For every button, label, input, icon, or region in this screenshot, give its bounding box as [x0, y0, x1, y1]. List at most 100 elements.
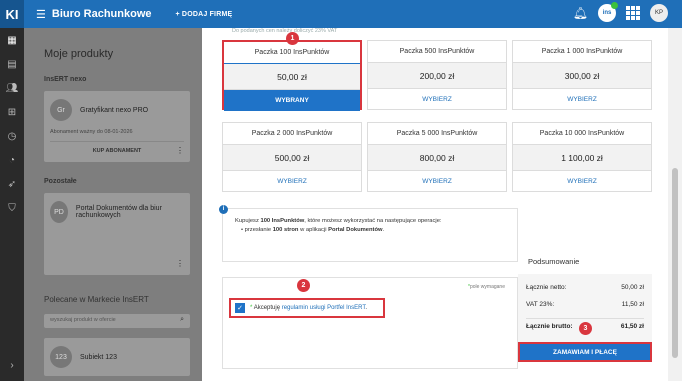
info-bold: Portal Dokumentów	[328, 227, 383, 233]
package-price: 300,00 zł	[513, 63, 651, 89]
callout-badge-3: 3	[579, 322, 592, 335]
callout-badge-2: 2	[297, 279, 310, 292]
package-card-5000[interactable]: Paczka 5 000 InsPunktów 800,00 zł WYBIER…	[367, 122, 507, 192]
summary-row-vat: VAT 23%: 11,50 zł	[526, 301, 644, 318]
product-name: Subiekt 123	[80, 353, 117, 361]
shield-icon[interactable]: ⛉	[0, 196, 24, 220]
consent-text: .	[365, 305, 367, 311]
gross-value: 61,50 zł	[620, 323, 644, 330]
summary-title: Podsumowanie	[528, 257, 580, 266]
consent-text: Akceptuję	[253, 305, 282, 311]
gift-icon[interactable]: ⊞	[0, 100, 24, 124]
bell-icon[interactable]: 🔔︎	[573, 6, 588, 20]
vat-note: Do podanych cen należy doliczyć 23% VAT	[232, 28, 338, 34]
required-note: *pole wymagane	[468, 284, 505, 290]
section-label: InsERT nexo	[44, 76, 87, 83]
history-icon[interactable]: ◷	[0, 124, 24, 148]
net-value: 50,00 zł	[621, 284, 644, 291]
info-bold: 100 InsPunktów	[260, 218, 305, 224]
section-label: Pozostałe	[44, 178, 77, 185]
net-label: Łącznie netto:	[526, 284, 567, 291]
package-price: 500,00 zł	[223, 145, 361, 171]
more-icon[interactable]: ⋮	[176, 146, 184, 155]
vat-label: VAT 23%:	[526, 301, 555, 308]
pie-chart-icon[interactable]: ◔	[0, 148, 24, 172]
section-label: Polecane w Markecie InsERT	[44, 295, 149, 304]
order-and-pay-button[interactable]: ZAMAWIAM I PŁACĘ	[518, 342, 652, 362]
app-logo[interactable]: KI	[0, 0, 24, 28]
package-card-500[interactable]: Paczka 500 InsPunktów 200,00 zł WYBIERZ	[367, 40, 507, 110]
more-icon[interactable]: ⋮	[176, 259, 184, 268]
users-icon[interactable]: 👥︎	[0, 76, 24, 100]
package-price: 50,00 zł	[224, 64, 360, 90]
expand-icon[interactable]: ›	[0, 353, 24, 377]
product-avatar: Gr	[50, 99, 72, 121]
info-icon: i	[219, 205, 228, 214]
package-card-100[interactable]: Paczka 100 InsPunktów 50,00 zł WYBRANY	[222, 40, 362, 111]
gross-label: Łącznie brutto:	[526, 323, 573, 330]
rocket-icon[interactable]: ➶	[0, 172, 24, 196]
package-price: 200,00 zł	[368, 63, 506, 89]
dashboard-icon[interactable]: ▦	[0, 28, 24, 52]
buy-subscription-button[interactable]: KUP ABONAMENT	[93, 148, 142, 154]
info-text: przesłanie	[244, 227, 273, 233]
info-text: , które możesz wykorzystać na następując…	[304, 218, 442, 224]
package-title: Paczka 10 000 InsPunktów	[513, 123, 651, 145]
product-name: Gratyfikant nexo PRO	[80, 106, 149, 114]
package-title: Paczka 2 000 InsPunktów	[223, 123, 361, 145]
info-bullet: • przesłanie 100 stron w aplikacji Porta…	[241, 227, 385, 233]
info-bold: 100 stron	[272, 227, 299, 233]
status-dot	[611, 2, 618, 9]
package-select-button[interactable]: WYBIERZ	[513, 89, 651, 110]
apps-grid-icon[interactable]	[626, 6, 640, 20]
top-bar: KI ☰ Biuro Rachunkowe + DODAJ FIRMĘ 🔔︎ i…	[0, 0, 682, 28]
scrollbar-thumb[interactable]	[672, 168, 678, 358]
product-card: Gr Gratyfikant nexo PRO Abonament ważny …	[44, 91, 190, 162]
package-select-button[interactable]: WYBIERZ	[368, 171, 506, 192]
terms-checkbox[interactable]: ✓	[235, 303, 245, 313]
package-title: Paczka 1 000 InsPunktów	[513, 41, 651, 63]
package-select-button[interactable]: WYBIERZ	[513, 171, 651, 192]
search-placeholder: wyszukaj produkt w ofercie	[50, 317, 116, 323]
info-text: w aplikacji	[298, 227, 329, 233]
products-panel: Moje produkty InsERT nexo Gr Gratyfikant…	[24, 28, 202, 381]
subscription-info: Abonament ważny do 08-01-2026	[50, 129, 133, 135]
callout-badge-1: 1	[286, 32, 299, 45]
dialog-scrollbar[interactable]	[668, 28, 682, 381]
sidebar: ▦ ▤ 👥︎ ⊞ ◷ ◔ ➶ ⛉ ›	[0, 28, 24, 381]
info-line: Kupujesz 100 InsPunktów, które możesz wy…	[235, 217, 505, 226]
package-card-10000[interactable]: Paczka 10 000 InsPunktów 1 100,00 zł WYB…	[512, 122, 652, 192]
terms-link[interactable]: regulamin usługi Portfel InsERT	[282, 305, 366, 311]
purchase-dialog: Do podanych cen należy doliczyć 23% VAT …	[202, 28, 668, 381]
consent-label: * Akceptuję regulamin usługi Portfel Ins…	[250, 305, 367, 311]
package-price: 1 100,00 zł	[513, 145, 651, 171]
package-title: Paczka 5 000 InsPunktów	[368, 123, 506, 145]
page-title: Moje produkty	[44, 48, 114, 60]
product-avatar: PD	[50, 201, 68, 223]
vat-value: 11,50 zł	[621, 301, 644, 308]
package-title: Paczka 100 InsPunktów	[224, 42, 360, 64]
info-box: i Kupujesz 100 InsPunktów, które możesz …	[219, 205, 518, 262]
package-select-button[interactable]: WYBIERZ	[223, 171, 361, 192]
package-card-1000[interactable]: Paczka 1 000 InsPunktów 300,00 zł WYBIER…	[512, 40, 652, 110]
search-icon[interactable]: ⌕	[180, 316, 184, 324]
package-selected-button[interactable]: WYBRANY	[224, 90, 360, 111]
required-note-text: pole wymagane	[469, 284, 505, 290]
consent-box: *pole wymagane ✓ * Akceptuję regulamin u…	[222, 277, 518, 369]
product-name: Portal Dokumentów dla biur rachunkowych	[75, 205, 162, 219]
package-select-button[interactable]: WYBIERZ	[368, 89, 506, 110]
package-price: 800,00 zł	[368, 145, 506, 171]
add-company-button[interactable]: + DODAJ FIRMĘ	[176, 11, 233, 18]
package-card-2000[interactable]: Paczka 2 000 InsPunktów 500,00 zł WYBIER…	[222, 122, 362, 192]
documents-icon[interactable]: ▤	[0, 52, 24, 76]
user-avatar[interactable]: KP	[650, 4, 668, 22]
product-card: PD Portal Dokumentów dla biur rachunkowy…	[44, 193, 190, 275]
ins-badge[interactable]: ins	[598, 2, 618, 22]
menu-icon[interactable]: ☰	[36, 8, 46, 21]
product-search-input[interactable]: wyszukaj produkt w ofercie ⌕	[44, 314, 190, 328]
terms-consent[interactable]: ✓ * Akceptuję regulamin usługi Portfel I…	[229, 298, 385, 318]
info-text: Kupujesz	[235, 218, 261, 224]
ins-badge-label: ins	[602, 10, 612, 16]
product-avatar: 123	[50, 346, 72, 368]
info-text: .	[382, 227, 385, 233]
